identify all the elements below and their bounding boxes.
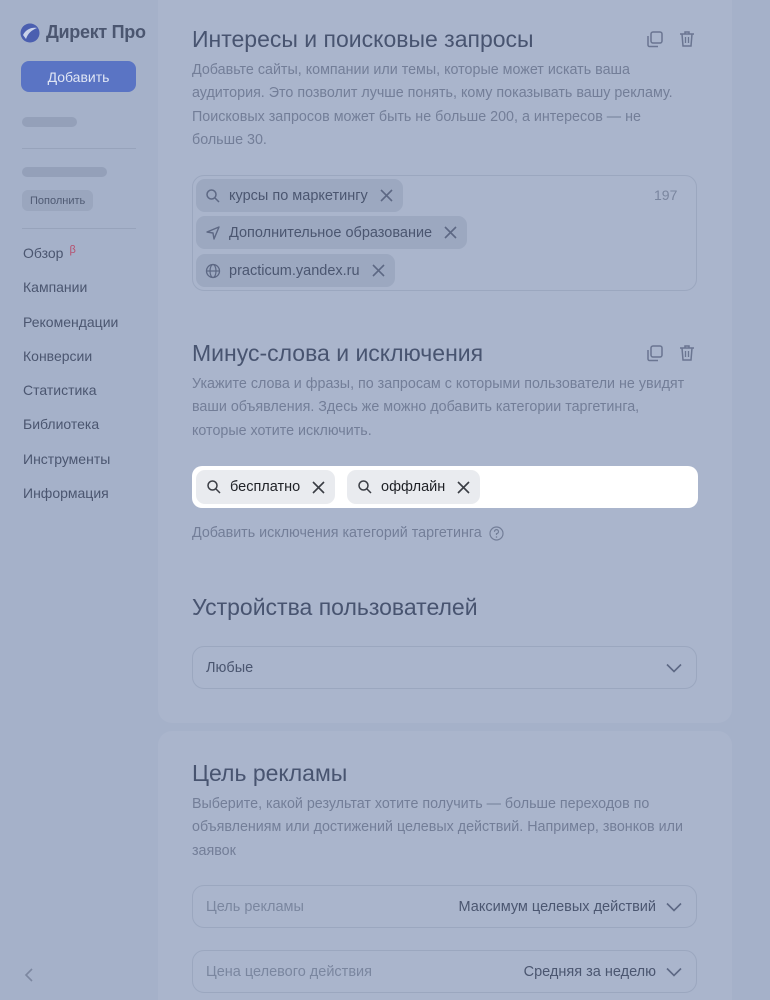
sidebar-item-information[interactable]: Информация	[23, 483, 118, 517]
balance-placeholder	[22, 167, 107, 177]
sidebar-item-label: Конверсии	[23, 347, 93, 364]
search-icon	[206, 188, 220, 203]
close-icon[interactable]	[457, 480, 470, 494]
interest-chip: practicum.yandex.ru	[196, 254, 395, 287]
negative-keywords-input[interactable]: бесплатно оффлайн	[192, 466, 698, 508]
negative-title: Минус-слова и исключения	[192, 340, 484, 366]
account-placeholder	[22, 117, 77, 127]
navigation-arrow-icon	[206, 225, 220, 240]
sidebar-item-label: Информация	[23, 485, 109, 502]
sidebar-item-label: Библиотека	[23, 416, 100, 433]
replenish-button[interactable]: Пополнить	[22, 190, 94, 211]
sidebar-item-label: Статистика	[23, 382, 97, 399]
help-icon[interactable]	[489, 525, 504, 541]
chip-label: оффлайн	[381, 479, 446, 495]
chevron-down-icon	[666, 663, 682, 673]
chip-label: practicum.yandex.ru	[229, 262, 360, 279]
add-exclusions-link[interactable]: Добавить исключения категорий таргетинга	[192, 525, 504, 541]
sidebar-nav: Обзор β Кампании Рекомендации Конверсии …	[23, 243, 118, 517]
sidebar-item-statistics[interactable]: Статистика	[23, 380, 118, 414]
goal-description: Выберите, какой результат хотите получит…	[192, 796, 683, 859]
sidebar-divider	[22, 228, 136, 229]
devices-value: Любые	[206, 659, 254, 676]
sidebar-item-label: Инструменты	[23, 450, 111, 467]
copy-icon[interactable]	[645, 29, 665, 49]
chevron-down-icon	[666, 902, 682, 912]
goal-label: Цель рекламы	[206, 898, 304, 915]
sidebar-item-campaigns[interactable]: Кампании	[23, 277, 118, 311]
close-icon[interactable]	[444, 226, 457, 239]
price-value: Средняя за неделю	[523, 963, 656, 980]
devices-title: Устройства пользователей	[192, 594, 478, 620]
sidebar-item-library[interactable]: Библиотека	[23, 414, 118, 448]
price-label: Цена целевого действия	[206, 963, 372, 980]
price-select[interactable]: Цена целевого действия Средняя за неделю	[192, 950, 697, 993]
sidebar-item-label: Кампании	[23, 279, 88, 296]
globe-icon	[205, 263, 221, 278]
chevron-left-icon[interactable]	[22, 965, 38, 985]
interests-description: Добавьте сайты, компании или темы, котор…	[192, 62, 673, 148]
copy-icon[interactable]	[645, 343, 665, 363]
close-icon[interactable]	[312, 480, 325, 494]
sidebar-item-tools[interactable]: Инструменты	[23, 449, 118, 483]
chevron-down-icon	[666, 967, 682, 977]
sidebar-item-recommendations[interactable]: Рекомендации	[23, 312, 118, 346]
goal-select[interactable]: Цель рекламы Максимум целевых действий	[192, 885, 697, 928]
chip-label: бесплатно	[230, 479, 301, 495]
close-icon[interactable]	[371, 264, 385, 277]
sidebar-item-label: Рекомендации	[23, 313, 119, 330]
beta-badge: β	[69, 244, 76, 256]
negative-description: Укажите слова и фразы, по запросам с кот…	[192, 376, 685, 439]
sidebar-divider	[22, 148, 136, 149]
interest-chip: Дополнительное образование	[196, 216, 468, 249]
add-button[interactable]: Добавить	[21, 61, 136, 92]
app-title: Директ Про	[46, 22, 146, 42]
sidebar-item-label: Обзор	[23, 245, 64, 261]
search-icon	[207, 480, 221, 494]
trash-icon[interactable]	[677, 29, 697, 49]
goal-title: Цель рекламы	[192, 760, 348, 786]
sidebar-item-conversions[interactable]: Конверсии	[23, 346, 118, 380]
interests-counter: 197	[654, 187, 678, 203]
chip-label: Дополнительное образование	[229, 224, 433, 241]
direct-logo-icon	[20, 23, 40, 42]
sidebar: Директ Про Добавить Пополнить Обзор β Ка…	[0, 0, 158, 1000]
negative-chip: бесплатно	[196, 470, 336, 504]
interest-chip: курсы по маркетингу	[196, 179, 403, 212]
close-icon[interactable]	[380, 189, 393, 202]
app-logo[interactable]: Директ Про	[20, 22, 146, 43]
chip-label: курсы по маркетингу	[229, 187, 368, 204]
goal-value: Максимум целевых действий	[458, 898, 656, 915]
trash-icon[interactable]	[677, 343, 697, 363]
add-exclusions-label: Добавить исключения категорий таргетинга	[192, 525, 482, 541]
interests-title: Интересы и поисковые запросы	[192, 26, 534, 52]
devices-select[interactable]: Любые	[192, 646, 697, 689]
negative-chip: оффлайн	[347, 470, 481, 504]
sidebar-item-overview[interactable]: Обзор β	[23, 243, 118, 277]
search-icon	[358, 480, 372, 494]
